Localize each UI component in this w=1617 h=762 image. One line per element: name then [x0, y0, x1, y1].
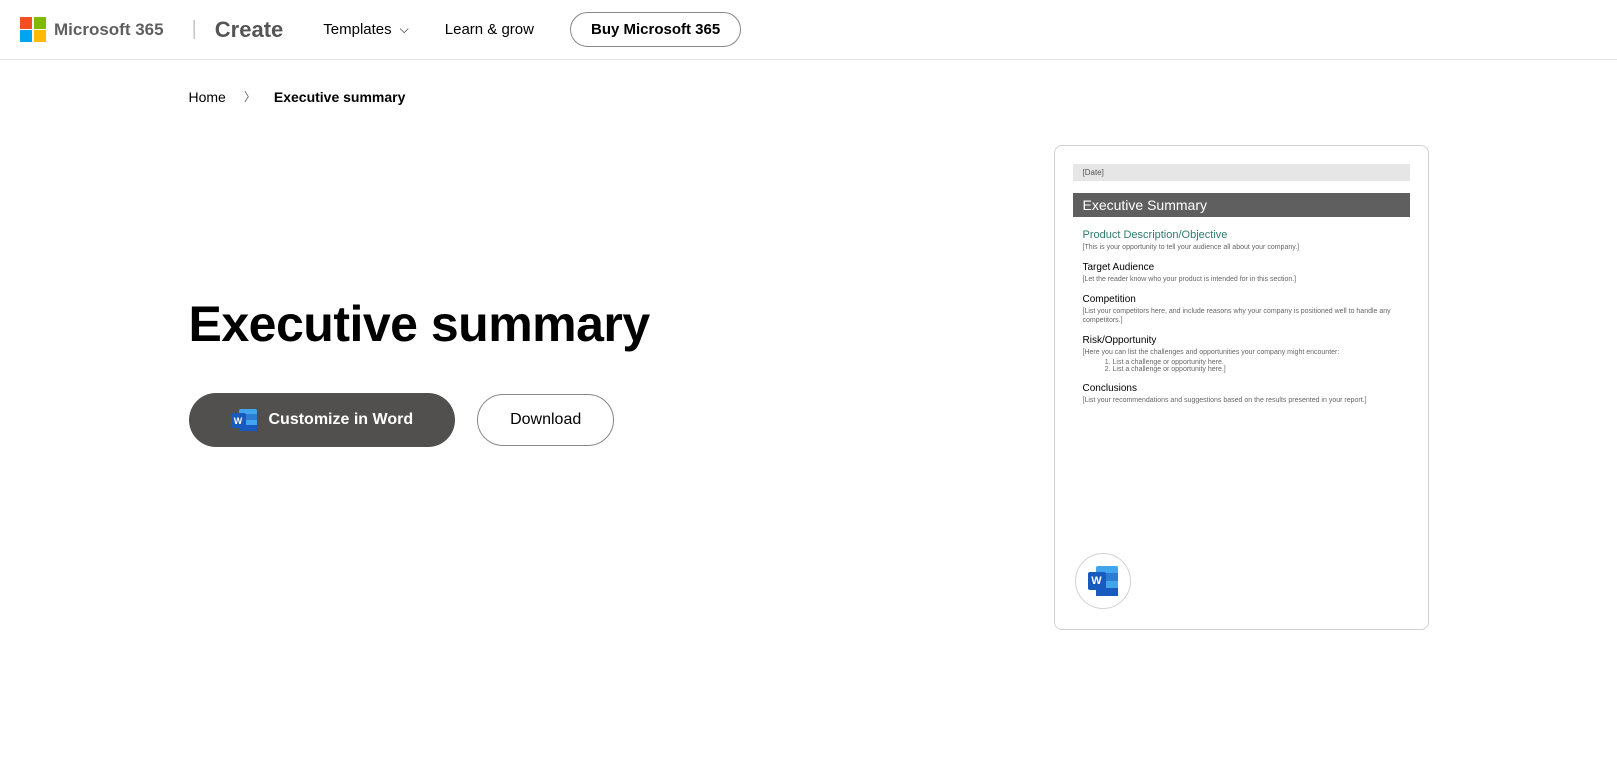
preview-section-conclusions-h: Conclusions	[1083, 383, 1400, 394]
nav-templates[interactable]: Templates ⌵	[323, 21, 408, 38]
chevron-right-icon: 〉	[244, 88, 256, 105]
header-divider: |	[192, 18, 197, 41]
microsoft-logo-icon	[20, 17, 46, 43]
content-row: Executive summary W Customize in Word Do…	[189, 145, 1429, 630]
content-left: Executive summary W Customize in Word Do…	[189, 145, 994, 447]
word-app-badge: W	[1075, 553, 1131, 609]
page-title: Executive summary	[189, 295, 994, 353]
action-buttons: W Customize in Word Download	[189, 393, 994, 447]
nav-learn[interactable]: Learn & grow	[445, 21, 534, 38]
preview-risk-list: List a challenge or opportunity here. Li…	[1113, 359, 1400, 373]
preview-section-competition-p: [List your competitors here, and include…	[1083, 307, 1400, 325]
preview-section-risk-h: Risk/Opportunity	[1083, 335, 1400, 346]
site-header: Microsoft 365 | Create Templates ⌵ Learn…	[0, 0, 1617, 60]
main-nav: Templates ⌵ Learn & grow Buy Microsoft 3…	[323, 12, 741, 47]
customize-button-label: Customize in Word	[269, 411, 414, 429]
preview-section-product-p: [This is your opportunity to tell your a…	[1083, 243, 1400, 252]
breadcrumb-home[interactable]: Home	[189, 89, 226, 105]
preview-section-audience-p: [Let the reader know who your product is…	[1083, 275, 1400, 284]
preview-section-audience-h: Target Audience	[1083, 262, 1400, 273]
preview-section-risk-p: [Here you can list the challenges and op…	[1083, 348, 1400, 357]
preview-title: Executive Summary	[1073, 193, 1410, 217]
buy-button[interactable]: Buy Microsoft 365	[570, 12, 741, 47]
word-icon: W	[231, 409, 257, 431]
nav-templates-label: Templates	[323, 21, 391, 38]
preview-body: Product Description/Objective [This is y…	[1073, 217, 1410, 406]
breadcrumb: Home 〉 Executive summary	[189, 60, 1429, 115]
create-link[interactable]: Create	[215, 17, 283, 43]
download-button[interactable]: Download	[477, 394, 614, 446]
microsoft-logo[interactable]: Microsoft 365	[10, 17, 174, 43]
preview-risk-item: List a challenge or opportunity here.	[1113, 359, 1400, 366]
microsoft-logo-text: Microsoft 365	[54, 20, 164, 40]
preview-date: [Date]	[1073, 164, 1410, 181]
word-icon: W	[1088, 566, 1118, 596]
template-preview-card[interactable]: [Date] Executive Summary Product Descrip…	[1054, 145, 1429, 630]
customize-in-word-button[interactable]: W Customize in Word	[189, 393, 456, 447]
preview-section-conclusions-p: [List your recommendations and suggestio…	[1083, 396, 1400, 405]
document-preview: [Date] Executive Summary Product Descrip…	[1073, 164, 1410, 406]
breadcrumb-current: Executive summary	[274, 89, 406, 105]
main-content: Home 〉 Executive summary Executive summa…	[169, 60, 1449, 630]
preview-section-competition-h: Competition	[1083, 294, 1400, 305]
preview-section-product-h: Product Description/Objective	[1083, 229, 1400, 241]
preview-risk-item: List a challenge or opportunity here.]	[1113, 366, 1400, 373]
chevron-down-icon: ⌵	[400, 22, 409, 37]
